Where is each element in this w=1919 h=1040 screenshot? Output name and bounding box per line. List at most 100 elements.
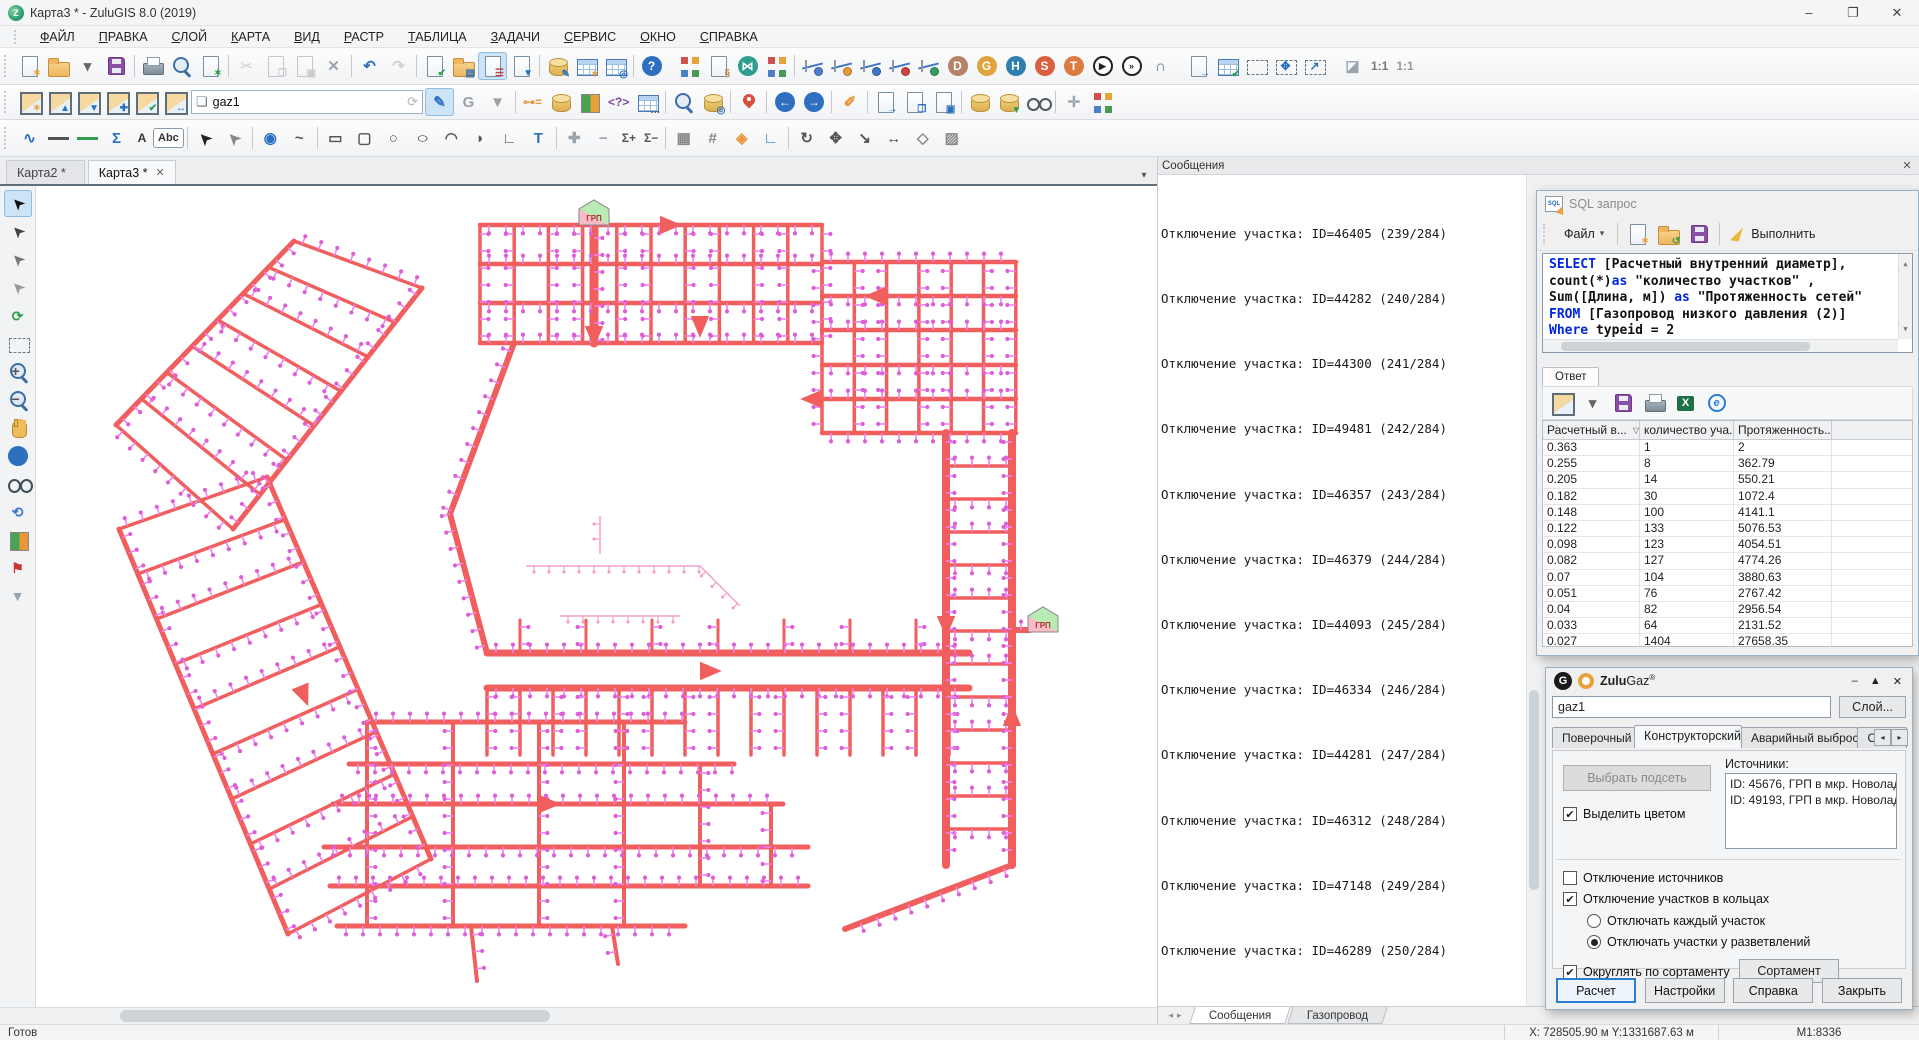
line-style-levee-button[interactable] xyxy=(73,124,102,152)
refresh-icon[interactable]: ⟳ xyxy=(407,94,418,110)
edit-layer-button[interactable]: ✎ xyxy=(425,88,454,116)
valve-tool-button[interactable]: ⋈ xyxy=(733,52,762,80)
scrollbar-thumb[interactable] xyxy=(1529,690,1539,889)
sheet-nav-arrows[interactable]: ◂▸ xyxy=(1158,1007,1192,1024)
table-new-button[interactable]: ✶ xyxy=(572,52,601,80)
maximize-button[interactable]: ❐ xyxy=(1831,0,1875,25)
separator[interactable] xyxy=(867,91,868,113)
editor-horizontal-scrollbar[interactable] xyxy=(1543,339,1898,352)
source-item[interactable]: ID: 45676, ГРП в мкр. Новоладожский ( xyxy=(1730,776,1892,792)
separator[interactable] xyxy=(515,91,516,113)
separator[interactable] xyxy=(134,55,135,77)
select-node-tool[interactable]: ➤ xyxy=(4,246,32,273)
table-header-cell[interactable]: количество уча... xyxy=(1640,421,1734,439)
export-frame-button[interactable]: → xyxy=(871,88,900,116)
help-button[interactable]: ? xyxy=(637,52,666,80)
draw-segment-button[interactable]: ◗ xyxy=(466,124,495,152)
sql-save-button[interactable] xyxy=(1685,220,1714,248)
layer-check-button[interactable]: ✔ xyxy=(131,88,160,116)
pan-tool[interactable] xyxy=(4,414,32,441)
line-mode-4-button[interactable] xyxy=(885,52,914,80)
select-frame-button[interactable] xyxy=(1242,52,1271,80)
table-row[interactable]: 0.033642131.52 xyxy=(1543,618,1912,634)
table-row[interactable]: 0.36312 xyxy=(1543,440,1912,456)
database-edit-button[interactable]: ✎ xyxy=(543,52,572,80)
mesh-button[interactable]: ◇ xyxy=(908,124,937,152)
separator[interactable] xyxy=(1055,91,1056,113)
file-menu-button[interactable]: Файл ▾ xyxy=(1556,223,1612,245)
layer-button[interactable]: Слой... xyxy=(1839,696,1906,718)
sheet-tab[interactable]: Сообщения xyxy=(1189,1007,1291,1024)
table-row[interactable]: 0.1221335076.53 xyxy=(1543,521,1912,537)
separator[interactable] xyxy=(351,55,352,77)
find-tool[interactable] xyxy=(4,470,32,497)
zoom-frame-button[interactable]: ↗ xyxy=(1300,52,1329,80)
layer-open-button[interactable]: ▲ xyxy=(44,88,73,116)
menu-item[interactable]: ТАБЛИЦА xyxy=(396,28,479,46)
sheet-tab[interactable]: Газопровод xyxy=(1288,1007,1389,1024)
task-list-button[interactable]: ✔ xyxy=(420,52,449,80)
separator[interactable] xyxy=(666,52,675,80)
run-fast-button[interactable]: » xyxy=(1117,52,1146,80)
snap-button[interactable]: # xyxy=(698,124,727,152)
info-tool[interactable]: i xyxy=(4,442,32,469)
table-header-cell[interactable]: Протяженность... xyxy=(1734,421,1832,439)
tab-scroll-right-button[interactable]: ▸ xyxy=(1891,729,1908,746)
close-button[interactable]: ✕ xyxy=(1875,0,1919,25)
draw-freehand-button[interactable]: ∿ xyxy=(15,124,44,152)
tag-button[interactable]: ◪ xyxy=(1338,52,1367,80)
separator[interactable] xyxy=(556,127,557,149)
database-button[interactable] xyxy=(546,88,575,116)
draw-circle-button[interactable]: ○ xyxy=(379,124,408,152)
select-object-button[interactable]: ➤ xyxy=(191,124,220,152)
print-button[interactable] xyxy=(138,52,167,80)
separator[interactable] xyxy=(252,127,253,149)
separator[interactable] xyxy=(317,127,318,149)
layer-add-button[interactable]: ✚ xyxy=(102,88,131,116)
disconnect-rings-checkbox[interactable]: ✔ Отключение участков в кольцах xyxy=(1563,892,1769,906)
round-sortament-checkbox[interactable]: ✔ Округлять по сортаменту xyxy=(1563,965,1730,979)
text-view-button[interactable]: ☰ xyxy=(478,52,507,80)
line-style-plain-button[interactable] xyxy=(44,124,73,152)
highlight-checkbox[interactable]: ✔ Выделить цветом xyxy=(1563,807,1685,821)
network-name-input[interactable]: gaz1 xyxy=(1552,696,1831,718)
smooth-button[interactable]: ~ xyxy=(285,124,314,152)
menu-item[interactable]: ОКНО xyxy=(628,28,688,46)
table-row[interactable]: 0.071043880.63 xyxy=(1543,570,1912,586)
grid-button[interactable]: ▦ xyxy=(669,124,698,152)
scrollbar-thumb[interactable] xyxy=(120,1010,550,1022)
topology-button[interactable]: ◉ xyxy=(256,124,285,152)
node-add-button[interactable]: ✚ xyxy=(560,124,589,152)
close-icon[interactable]: ✕ xyxy=(1893,675,1902,688)
line-mode-2-button[interactable] xyxy=(827,52,856,80)
query-script-button[interactable]: § xyxy=(704,52,733,80)
copy-button[interactable]: ❐ xyxy=(261,52,290,80)
separator[interactable] xyxy=(766,91,767,113)
ortho-button[interactable]: ∟ xyxy=(756,124,785,152)
execute-button[interactable]: Выполнить xyxy=(1725,223,1823,245)
minimize-icon[interactable]: – xyxy=(1852,675,1858,688)
messages-log[interactable]: Отключение участка: ID=46405 (239/284) О… xyxy=(1158,175,1526,1006)
sql-new-button[interactable]: ✶ xyxy=(1623,220,1652,248)
line-mode-5-button[interactable] xyxy=(914,52,943,80)
sql-tag-button[interactable]: <?> xyxy=(604,88,633,116)
page-export-button[interactable]: → xyxy=(1184,52,1213,80)
tab-close-icon[interactable]: ✕ xyxy=(156,166,165,179)
label-a-button[interactable]: A xyxy=(131,124,153,152)
zoom-out-tool[interactable]: − xyxy=(4,386,32,413)
zulugaz-tab[interactable]: Конструкторский xyxy=(1634,725,1742,748)
sum-button[interactable]: Σ xyxy=(102,124,131,152)
menu-item[interactable]: ФАЙЛ xyxy=(28,28,87,46)
zoom-in-tool[interactable]: + xyxy=(4,358,32,385)
mode-g-button[interactable]: G xyxy=(972,52,1001,80)
export-excel-button[interactable]: X xyxy=(1671,389,1700,417)
map-horizontal-scrollbar[interactable] xyxy=(0,1007,1157,1024)
mirror-button[interactable]: ↔ xyxy=(879,124,908,152)
disconnect-branch-radio[interactable]: Отключать участки у разветвлений xyxy=(1587,935,1810,949)
import-button[interactable]: ▼ xyxy=(507,52,536,80)
select-rect-tool[interactable] xyxy=(4,330,32,357)
table-row[interactable]: 0.1481004141.1 xyxy=(1543,505,1912,521)
draw-arc-button[interactable]: ◠ xyxy=(437,124,466,152)
menu-item[interactable]: ЗАДАЧИ xyxy=(479,28,552,46)
table-row[interactable]: 0.051762767.42 xyxy=(1543,586,1912,602)
